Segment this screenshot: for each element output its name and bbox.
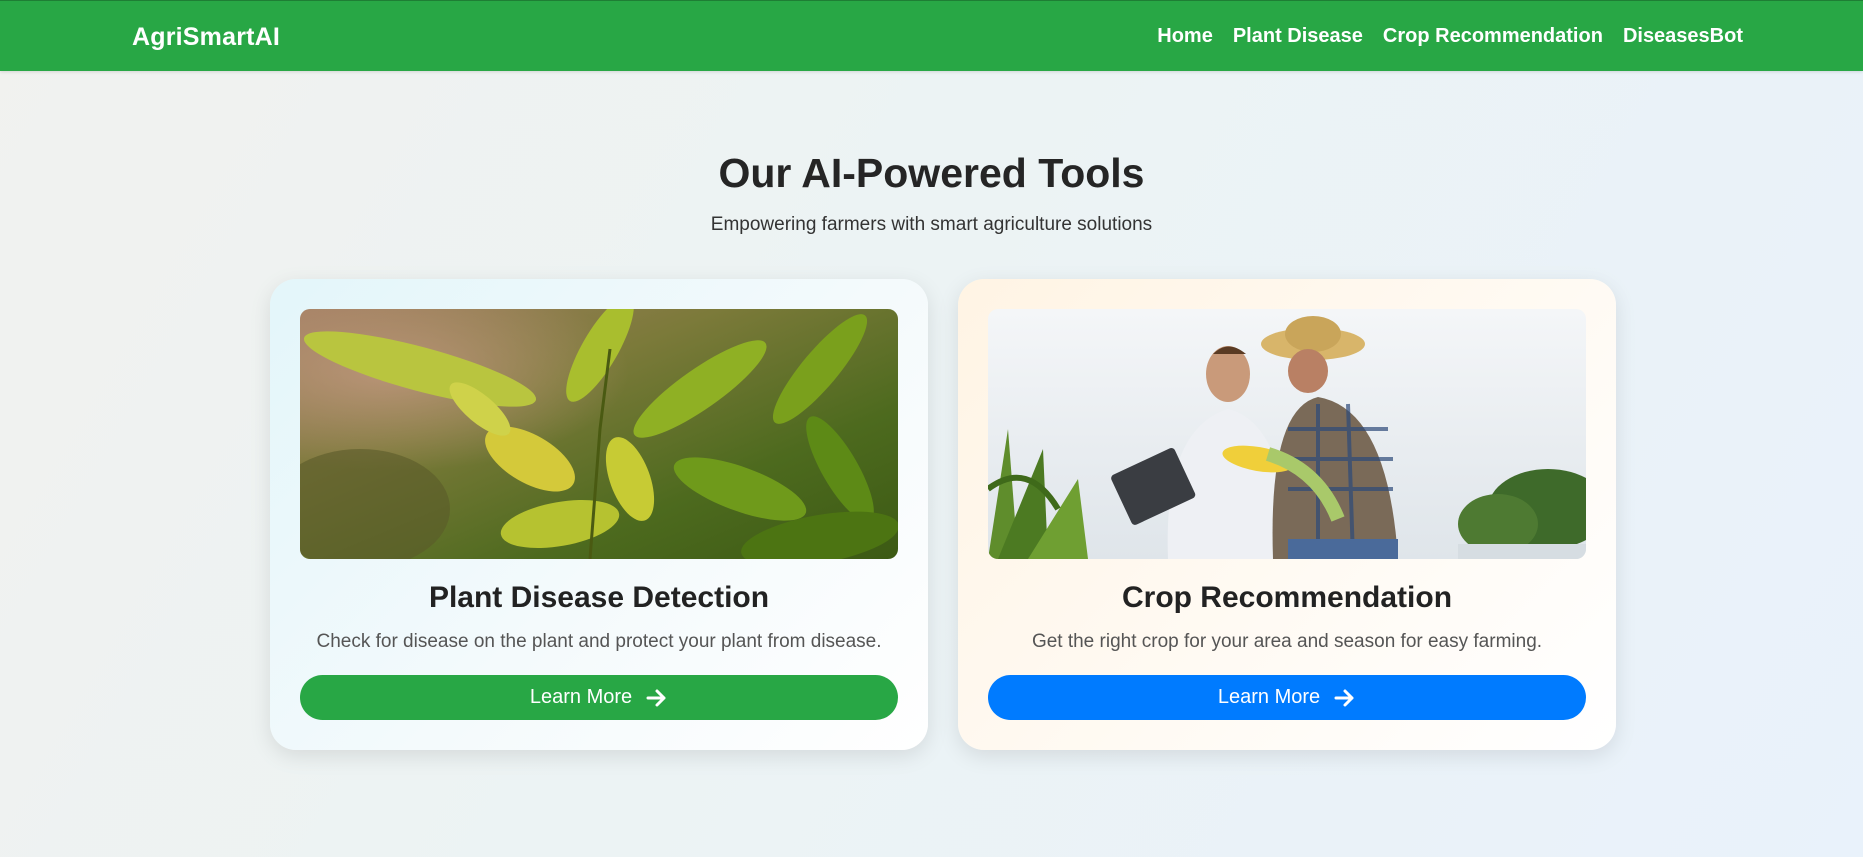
learn-more-crop-recommendation-button[interactable]: Learn More	[988, 675, 1586, 720]
plant-disease-card: Plant Disease Detection Check for diseas…	[270, 279, 928, 750]
crop-recommendation-card: Crop Recommendation Get the right crop f…	[958, 279, 1616, 750]
button-label: Learn More	[1217, 686, 1321, 708]
card-title: Crop Recommendation	[1121, 581, 1453, 614]
card-description: Check for disease on the plant and prote…	[316, 631, 882, 652]
nav-link-plant-disease[interactable]: Plant Disease	[1233, 25, 1363, 48]
navbar: AgriSmartAI Home Plant Disease Crop Reco…	[0, 0, 1863, 71]
learn-more-plant-disease-button[interactable]: Learn More	[300, 675, 898, 720]
plant-leaves-image	[300, 309, 898, 559]
nav-link-crop-recommendation[interactable]: Crop Recommendation	[1383, 25, 1603, 48]
arrow-right-icon	[1334, 688, 1356, 708]
arrow-right-icon	[646, 688, 668, 708]
button-label: Learn More	[529, 686, 633, 708]
card-title: Plant Disease Detection	[428, 581, 770, 614]
brand-logo[interactable]: AgriSmartAI	[132, 23, 280, 52]
nav-link-home[interactable]: Home	[1157, 25, 1213, 48]
nav-links: Home Plant Disease Crop Recommendation D…	[1157, 25, 1743, 48]
card-description: Get the right crop for your area and sea…	[1031, 631, 1543, 652]
page-subtitle: Empowering farmers with smart agricultur…	[710, 214, 1153, 235]
nav-link-diseasesbot[interactable]: DiseasesBot	[1623, 25, 1743, 48]
page-title: Our AI-Powered Tools	[718, 150, 1145, 196]
farmers-with-tablet-image	[988, 309, 1586, 559]
